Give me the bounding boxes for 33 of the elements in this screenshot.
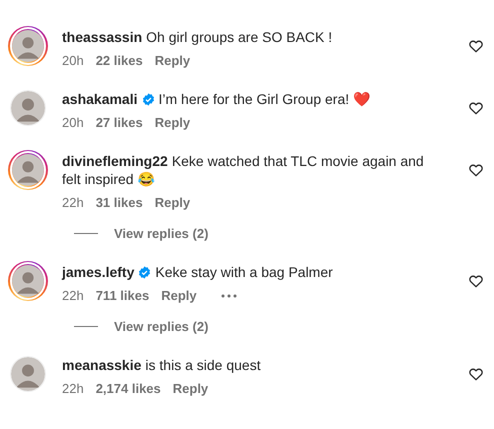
- like-heart-icon[interactable]: [468, 273, 484, 289]
- comment-text: james.lefty Keke stay with a bag Palmer: [62, 264, 333, 280]
- like-heart-icon[interactable]: [468, 366, 484, 382]
- likes-count[interactable]: 22 likes: [96, 53, 143, 68]
- like-heart-icon[interactable]: [468, 162, 484, 178]
- likes-count[interactable]: 711 likes: [96, 288, 150, 303]
- reply-link[interactable]: Reply: [172, 381, 208, 396]
- comment-text: theassassin Oh girl groups are SO BACK !: [62, 29, 332, 45]
- comment-text: divinefleming22 Keke watched that TLC movie again and felt inspired 😂: [62, 153, 424, 187]
- reply-link[interactable]: Reply: [154, 195, 190, 210]
- view-replies-link[interactable]: View replies (2): [114, 226, 208, 241]
- reply-link[interactable]: Reply: [161, 288, 197, 303]
- username-link[interactable]: ashakamali: [62, 91, 138, 107]
- username-link[interactable]: divinefleming22: [62, 153, 168, 169]
- reply-link[interactable]: Reply: [154, 53, 190, 68]
- comment-time: 22h: [62, 381, 84, 396]
- likes-count[interactable]: 2,174 likes: [96, 381, 161, 396]
- username-link[interactable]: james.lefty: [62, 264, 134, 280]
- like-heart-icon[interactable]: [468, 38, 484, 54]
- username-link[interactable]: meanasskie: [62, 357, 142, 373]
- comment-time: 20h: [62, 53, 84, 68]
- like-heart-icon[interactable]: [468, 100, 484, 116]
- likes-count[interactable]: 27 likes: [96, 115, 143, 130]
- more-options-icon[interactable]: [220, 294, 237, 298]
- comment-text: ashakamali I’m here for the Girl Group era! ❤: [62, 91, 370, 107]
- username-link[interactable]: theassassin: [62, 29, 142, 45]
- view-replies-link[interactable]: View replies (2): [114, 319, 208, 334]
- reply-link[interactable]: Reply: [154, 115, 190, 130]
- comment-text: meanasskie is this a side quest: [62, 357, 261, 373]
- likes-count[interactable]: 31 likes: [96, 195, 143, 210]
- comment-time: 22h: [62, 195, 84, 210]
- comment-time: 22h: [62, 288, 84, 303]
- comment-time: 20h: [62, 115, 84, 130]
